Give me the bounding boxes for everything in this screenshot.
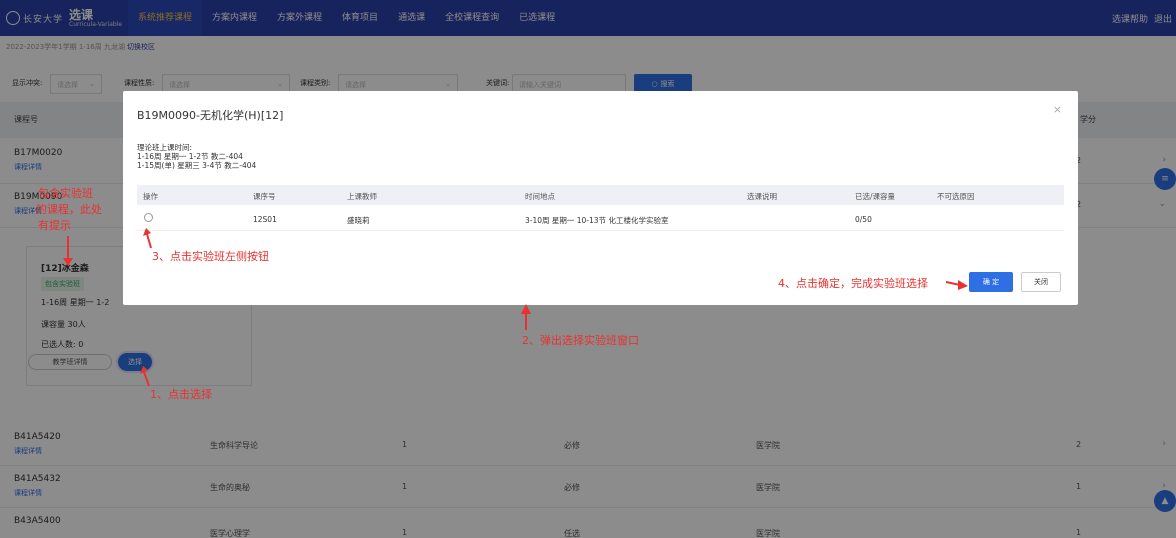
annotation-step-1: 1、点击选择 [150, 388, 212, 401]
lab-class-modal: B19M0090-无机化学(H)[12] × 理论班上课时间: 1-16周 星期… [123, 91, 1078, 305]
annotation-lab-hint: 包含实验班 的课程，此处 有提示 [36, 187, 102, 232]
lab-time-place: 3-10周 星期一 10-13节 化工楼化学实验室 [525, 216, 669, 225]
theory-info-line: 1-15周(单) 星期三 3-4节 教二-404 [137, 161, 257, 170]
annotation-step-2: 2、弹出选择实验班窗口 [522, 334, 639, 347]
modal-title: B19M0090-无机化学(H)[12] [137, 109, 284, 122]
theory-info-line: 1-16周 星期一 1-2节 教二-404 [137, 152, 243, 161]
theory-class-info: 理论班上课时间: 1-16周 星期一 1-2节 教二-404 1-15周(单) … [137, 143, 256, 170]
modal-close-button[interactable]: 关闭 [1021, 272, 1061, 292]
annotation-arrow [521, 304, 531, 330]
close-icon[interactable]: × [1053, 103, 1062, 116]
annotation-arrow [143, 228, 152, 249]
theory-info-title: 理论班上课时间: [137, 143, 193, 152]
annotation-step-4: 4、点击确定，完成实验班选择 [778, 277, 928, 290]
lab-teacher: 盛晓莉 [347, 216, 370, 225]
col-capacity: 已选/课容量 [855, 192, 896, 201]
col-time-place: 时间地点 [525, 192, 555, 201]
lab-table-header: 操作 课序号 上课教师 时间地点 选课说明 已选/课容量 不可选原因 [137, 185, 1064, 205]
annotation-arrow [946, 280, 968, 290]
annotation-arrow [63, 236, 73, 266]
annotation-arrow [140, 366, 150, 387]
col-section: 课序号 [253, 192, 276, 201]
lab-capacity: 0/50 [855, 215, 872, 224]
section-number: 12S01 [253, 215, 277, 224]
lab-table-row[interactable]: 12S01 盛晓莉 3-10周 星期一 10-13节 化工楼化学实验室 0/50 [137, 205, 1064, 231]
col-note: 选课说明 [747, 192, 777, 201]
lab-class-table: 操作 课序号 上课教师 时间地点 选课说明 已选/课容量 不可选原因 12S01… [137, 185, 1064, 231]
col-teacher: 上课教师 [347, 192, 377, 201]
col-action: 操作 [143, 192, 158, 201]
lab-class-radio[interactable] [144, 213, 153, 222]
confirm-button[interactable]: 确 定 [969, 272, 1013, 292]
col-reason: 不可选原因 [937, 192, 975, 201]
annotation-step-3: 3、点击实验班左侧按钮 [152, 250, 269, 263]
